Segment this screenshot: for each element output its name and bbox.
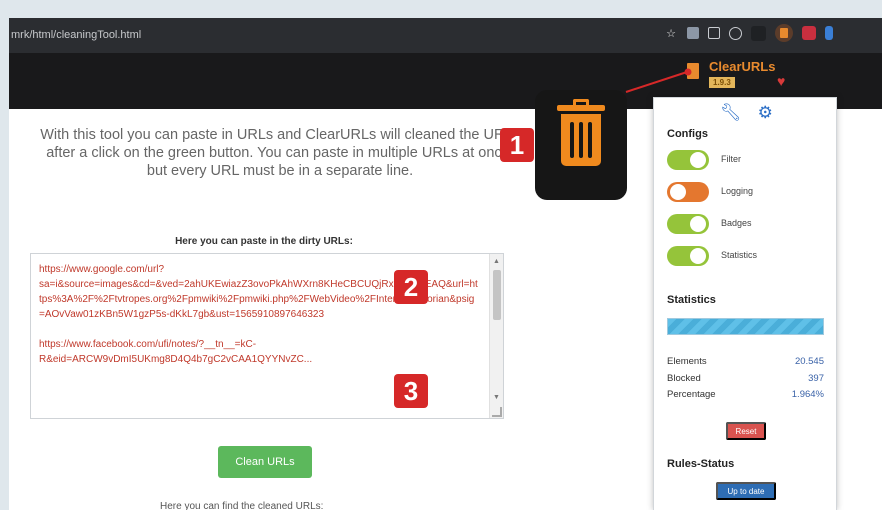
callout-badge-2: 2 (394, 270, 428, 304)
extension-red-icon[interactable] (802, 26, 816, 40)
textarea-line: https://www.facebook.com/ufi/notes/?__tn… (39, 339, 257, 350)
url-text[interactable]: mrk/html/cleaningTool.html (11, 29, 141, 41)
scroll-down-icon[interactable]: ▼ (493, 394, 500, 401)
trash-lid (557, 105, 605, 111)
rules-status-title: Rules-Status (667, 458, 735, 470)
dirty-urls-textarea[interactable]: https://www.google.com/url? sa=i&source=… (30, 253, 504, 419)
star-icon[interactable]: ☆ (664, 26, 678, 40)
logging-label: Logging (721, 186, 754, 196)
extension-dark-icon[interactable] (751, 25, 766, 41)
filter-label: Filter (721, 154, 741, 164)
reset-button[interactable]: Reset (726, 422, 766, 440)
filter-toggle[interactable] (667, 150, 709, 170)
screenshot-icon[interactable] (708, 27, 720, 39)
stat-blocked: Blocked 397 (667, 373, 824, 384)
callout-badge-1: 1 (500, 128, 534, 162)
statistics-toggle[interactable] (667, 246, 709, 266)
heart-icon[interactable]: ♥ (777, 74, 791, 88)
stat-percentage: Percentage 1.964% (667, 389, 824, 400)
toolbar-icons: ☆ (664, 24, 833, 42)
logging-toggle[interactable] (667, 182, 709, 202)
textarea-line: R&eid=ARCW9vDmI5UKmg8D4Q4b7gC2vCAA1QYYNv… (39, 354, 313, 365)
scroll-thumb[interactable] (493, 270, 501, 320)
extension-blue-icon[interactable] (825, 26, 833, 40)
dirty-urls-label: Here you can paste in the dirty URLs: (175, 236, 353, 247)
stat-value: 397 (808, 373, 824, 384)
scroll-up-icon[interactable]: ▲ (493, 258, 500, 265)
resize-grip-icon[interactable] (492, 407, 502, 417)
trash-body (561, 114, 601, 166)
popup-header: ClearURLs 1.9.3 ♥ (682, 55, 832, 97)
wrench-icon[interactable]: 🔧︎ (720, 104, 742, 122)
statistics-title: Statistics (667, 294, 716, 306)
block-icon[interactable] (729, 26, 742, 40)
callout-badge-3: 3 (394, 374, 428, 408)
clean-urls-button[interactable]: Clean URLs (218, 446, 312, 478)
stat-value: 20.545 (794, 356, 824, 367)
popup-title: ClearURLs (709, 59, 776, 74)
stat-label: Blocked (667, 373, 701, 384)
textarea-line (39, 322, 479, 337)
statistics-label: Statistics (721, 250, 758, 260)
clearurls-toolbar-icon[interactable] (775, 24, 793, 42)
cleaned-urls-label: Here you can find the cleaned URLs: (160, 501, 324, 510)
rules-status-button[interactable]: Up to date (716, 482, 776, 500)
stat-value: 1.964% (791, 389, 824, 400)
version-badge: 1.9.3 (709, 77, 735, 88)
stat-elements: Elements 20.545 (667, 356, 824, 367)
popup-tools: 🔧︎ ⚙ (720, 104, 773, 122)
statistics-progress-bar (667, 318, 824, 335)
configs-title: Configs (667, 128, 708, 140)
badges-label: Badges (721, 218, 752, 228)
stat-label: Elements (667, 356, 707, 367)
clearurls-trash-icon (535, 90, 627, 200)
extension-icon[interactable] (687, 27, 699, 39)
address-bar[interactable]: mrk/html/cleaningTool.html ☆ (9, 18, 882, 53)
badges-toggle[interactable] (667, 214, 709, 234)
stat-label: Percentage (667, 389, 716, 400)
textarea-scrollbar[interactable]: ▲ ▼ (489, 254, 503, 418)
gear-icon[interactable]: ⚙ (758, 104, 773, 122)
intro-text: With this tool you can paste in URLs and… (40, 127, 520, 179)
